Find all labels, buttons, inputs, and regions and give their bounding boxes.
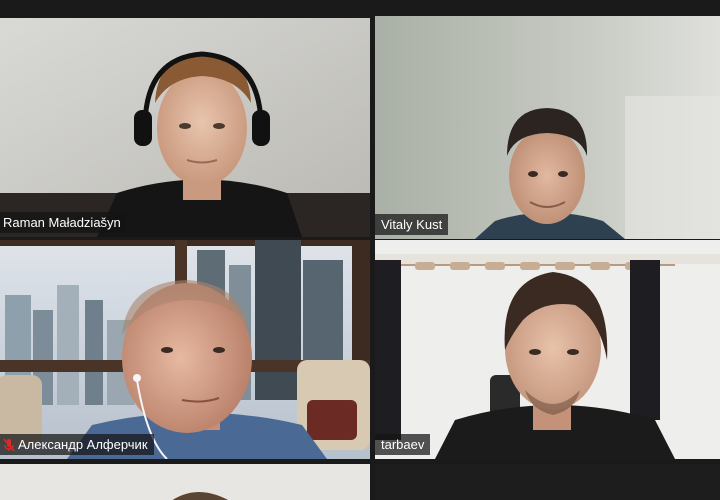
participant-name: Vitaly Kust xyxy=(381,217,443,232)
participant-name: Raman Maładziašyn xyxy=(3,215,121,230)
participant-name-tag: Raman Maładziašyn xyxy=(0,212,127,233)
participant-name-tag: Vitaly Kust xyxy=(375,214,449,235)
participant-video xyxy=(375,16,720,239)
video-tile-participant-1[interactable]: Raman Maładziašyn xyxy=(0,18,370,237)
participant-video xyxy=(0,464,370,500)
participant-name-tag: tarbaev xyxy=(375,434,431,455)
participant-video xyxy=(0,240,370,459)
participant-video xyxy=(375,240,720,459)
empty-tile xyxy=(375,464,720,500)
participant-name-tag: Александр Алферчик xyxy=(0,434,154,455)
participant-name: tarbaev xyxy=(381,437,425,452)
mic-muted-icon xyxy=(3,437,15,452)
video-tile-participant-3[interactable]: Александр Алферчик xyxy=(0,240,370,459)
video-tile-participant-2[interactable]: Vitaly Kust xyxy=(375,16,720,239)
participant-video xyxy=(0,18,370,237)
participant-name: Александр Алферчик xyxy=(18,437,148,452)
video-tile-participant-4[interactable]: tarbaev xyxy=(375,240,720,459)
video-tile-participant-5[interactable] xyxy=(0,464,370,500)
